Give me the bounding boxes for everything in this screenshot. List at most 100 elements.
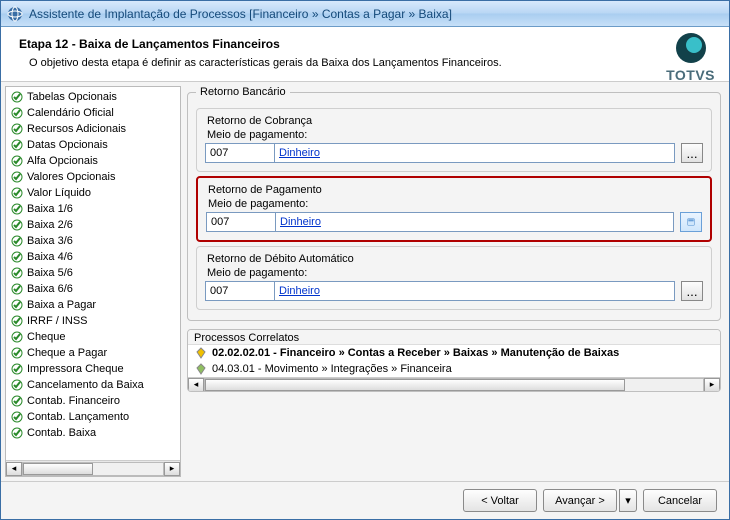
app-icon bbox=[7, 6, 23, 22]
processos-correlatos-title: Processos Correlatos bbox=[188, 330, 720, 345]
sidebar-item[interactable]: Baixa 6/6 bbox=[6, 281, 180, 297]
sidebar-item[interactable]: Impressora Cheque bbox=[6, 361, 180, 377]
sidebar-list[interactable]: Tabelas OpcionaisCalendário OficialRecur… bbox=[6, 87, 180, 460]
sidebar-item[interactable]: Baixa 1/6 bbox=[6, 201, 180, 217]
retorno-bancario-group: Retorno Bancário Retorno de Cobrança Mei… bbox=[187, 86, 721, 321]
scroll-right-button[interactable]: ▸ bbox=[704, 378, 720, 392]
sidebar-item[interactable]: IRRF / INSS bbox=[6, 313, 180, 329]
next-button[interactable]: Avançar > bbox=[543, 489, 617, 512]
debito-desc-input[interactable] bbox=[275, 281, 675, 301]
sidebar-item[interactable]: Valor Líquido bbox=[6, 185, 180, 201]
brand-logo: TOTVS bbox=[666, 31, 715, 83]
retorno-bancario-legend: Retorno Bancário bbox=[196, 86, 290, 98]
sidebar-item[interactable]: Baixa 2/6 bbox=[6, 217, 180, 233]
sidebar-item-label: Baixa 6/6 bbox=[27, 282, 73, 296]
correlato-label: 02.02.02.01 - Financeiro » Contas a Rece… bbox=[212, 347, 619, 359]
cobranca-lookup-button[interactable]: ... bbox=[681, 143, 703, 163]
sidebar-item[interactable]: Alfa Opcionais bbox=[6, 153, 180, 169]
sidebar-item-label: Baixa a Pagar bbox=[27, 298, 96, 312]
sidebar-item[interactable]: Datas Opcionais bbox=[6, 137, 180, 153]
correlato-item[interactable]: 02.02.02.01 - Financeiro » Contas a Rece… bbox=[188, 345, 720, 361]
sidebar-item[interactable]: Calendário Oficial bbox=[6, 105, 180, 121]
header-area: Etapa 12 - Baixa de Lançamentos Financei… bbox=[1, 27, 729, 82]
sidebar-h-scrollbar[interactable]: ◂ ▸ bbox=[6, 460, 180, 476]
sidebar-item-label: Baixa 2/6 bbox=[27, 218, 73, 232]
retorno-debito-group: Retorno de Débito Automático Meio de pag… bbox=[196, 246, 712, 310]
sidebar-item-label: Baixa 5/6 bbox=[27, 266, 73, 280]
cancel-button[interactable]: Cancelar bbox=[643, 489, 717, 512]
scroll-thumb[interactable] bbox=[23, 463, 93, 475]
check-icon bbox=[10, 154, 24, 168]
pagamento-code-input[interactable] bbox=[206, 212, 276, 232]
titlebar: Assistente de Implantação de Processos [… bbox=[1, 1, 729, 27]
sidebar-item-label: Cancelamento da Baixa bbox=[27, 378, 144, 392]
globe-icon bbox=[674, 31, 708, 65]
scroll-right-button[interactable]: ▸ bbox=[164, 462, 180, 476]
correlatos-h-scrollbar[interactable]: ◂ ▸ bbox=[188, 377, 720, 391]
sidebar-item[interactable]: Valores Opcionais bbox=[6, 169, 180, 185]
process-icon bbox=[194, 346, 208, 360]
window-title: Assistente de Implantação de Processos [… bbox=[29, 7, 452, 21]
cobranca-desc-input[interactable] bbox=[275, 143, 675, 163]
sidebar-item[interactable]: Cancelamento da Baixa bbox=[6, 377, 180, 393]
sidebar-item[interactable]: Baixa 4/6 bbox=[6, 249, 180, 265]
main-panel: Retorno Bancário Retorno de Cobrança Mei… bbox=[187, 86, 721, 477]
sidebar-item[interactable]: Recursos Adicionais bbox=[6, 121, 180, 137]
pagamento-lookup-button[interactable] bbox=[680, 212, 702, 232]
sidebar-item[interactable]: Contab. Baixa bbox=[6, 425, 180, 441]
correlato-item[interactable]: 04.03.01 - Movimento » Integrações » Fin… bbox=[188, 361, 720, 377]
sidebar-item-label: Recursos Adicionais bbox=[27, 122, 126, 136]
check-icon bbox=[10, 218, 24, 232]
body-area: Tabelas OpcionaisCalendário OficialRecur… bbox=[1, 82, 729, 481]
step-description: O objetivo desta etapa é definir as cara… bbox=[29, 57, 715, 69]
sidebar-item[interactable]: Contab. Lançamento bbox=[6, 409, 180, 425]
meio-pagamento-label-2: Meio de pagamento: bbox=[208, 198, 702, 210]
check-icon bbox=[10, 426, 24, 440]
check-icon bbox=[10, 138, 24, 152]
retorno-cobranca-group: Retorno de Cobrança Meio de pagamento: .… bbox=[196, 108, 712, 172]
sidebar-item[interactable]: Baixa 3/6 bbox=[6, 233, 180, 249]
debito-lookup-button[interactable]: ... bbox=[681, 281, 703, 301]
check-icon bbox=[10, 298, 24, 312]
scroll-track[interactable] bbox=[22, 462, 164, 476]
sidebar-item-label: Baixa 3/6 bbox=[27, 234, 73, 248]
check-icon bbox=[10, 282, 24, 296]
check-icon bbox=[10, 346, 24, 360]
scroll-thumb[interactable] bbox=[205, 379, 625, 391]
sidebar-item[interactable]: Tabelas Opcionais bbox=[6, 89, 180, 105]
sidebar-item-label: IRRF / INSS bbox=[27, 314, 88, 328]
sidebar-item-label: Valores Opcionais bbox=[27, 170, 115, 184]
sidebar-item-label: Cheque a Pagar bbox=[27, 346, 107, 360]
pagamento-desc-input[interactable] bbox=[276, 212, 674, 232]
sidebar-item-label: Contab. Baixa bbox=[27, 426, 96, 440]
retorno-cobranca-title: Retorno de Cobrança bbox=[207, 115, 703, 127]
process-icon bbox=[194, 362, 208, 376]
check-icon bbox=[10, 122, 24, 136]
scroll-left-button[interactable]: ◂ bbox=[6, 462, 22, 476]
sidebar-item-label: Impressora Cheque bbox=[27, 362, 124, 376]
sidebar-item-label: Alfa Opcionais bbox=[27, 154, 98, 168]
sidebar-item[interactable]: Contab. Financeiro bbox=[6, 393, 180, 409]
check-icon bbox=[10, 202, 24, 216]
check-icon bbox=[10, 314, 24, 328]
scroll-left-button[interactable]: ◂ bbox=[188, 378, 204, 392]
cobranca-code-input[interactable] bbox=[205, 143, 275, 163]
check-icon bbox=[10, 106, 24, 120]
scroll-track[interactable] bbox=[204, 378, 704, 392]
correlato-label: 04.03.01 - Movimento » Integrações » Fin… bbox=[212, 363, 452, 375]
processos-correlatos-panel: Processos Correlatos 02.02.02.01 - Finan… bbox=[187, 329, 721, 392]
sidebar-item-label: Cheque bbox=[27, 330, 66, 344]
sidebar-item-label: Tabelas Opcionais bbox=[27, 90, 117, 104]
sidebar-item[interactable]: Baixa 5/6 bbox=[6, 265, 180, 281]
next-dropdown-button[interactable]: ▾ bbox=[619, 489, 637, 512]
sidebar-item[interactable]: Baixa a Pagar bbox=[6, 297, 180, 313]
check-icon bbox=[10, 394, 24, 408]
meio-pagamento-label-1: Meio de pagamento: bbox=[207, 129, 703, 141]
sidebar-item[interactable]: Cheque a Pagar bbox=[6, 345, 180, 361]
footer: < Voltar Avançar > ▾ Cancelar bbox=[1, 481, 729, 519]
retorno-debito-title: Retorno de Débito Automático bbox=[207, 253, 703, 265]
back-button[interactable]: < Voltar bbox=[463, 489, 537, 512]
sidebar-item[interactable]: Cheque bbox=[6, 329, 180, 345]
debito-code-input[interactable] bbox=[205, 281, 275, 301]
sidebar-item-label: Datas Opcionais bbox=[27, 138, 108, 152]
